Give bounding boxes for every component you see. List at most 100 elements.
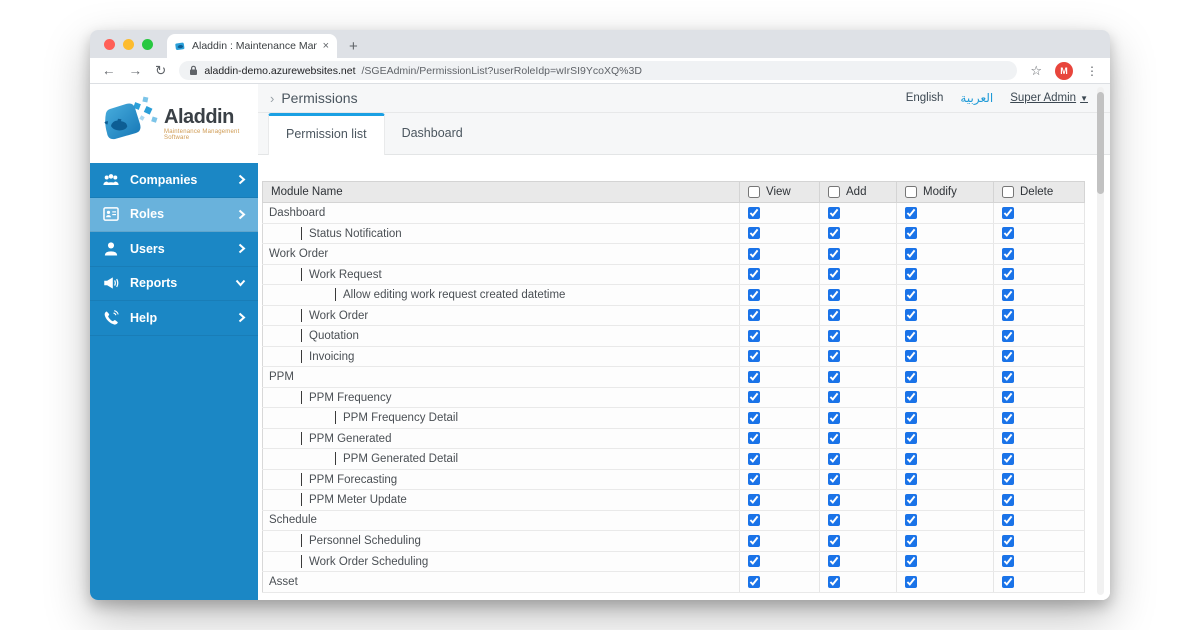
- view-permission-checkbox[interactable]: [748, 534, 760, 547]
- tab-permission-list[interactable]: Permission list: [268, 113, 385, 155]
- modify-permission-checkbox[interactable]: [905, 575, 917, 588]
- view-permission-checkbox[interactable]: [748, 227, 760, 240]
- modify-permission-checkbox[interactable]: [905, 288, 917, 301]
- view-permission-checkbox[interactable]: [748, 514, 760, 527]
- delete-permission-checkbox[interactable]: [1002, 227, 1014, 240]
- view-permission-checkbox[interactable]: [748, 329, 760, 342]
- delete-permission-checkbox[interactable]: [1002, 411, 1014, 424]
- reload-icon[interactable]: ↻: [155, 64, 166, 78]
- close-window-button[interactable]: [104, 38, 115, 50]
- add-permission-checkbox[interactable]: [828, 514, 840, 527]
- minimize-window-button[interactable]: [123, 38, 134, 50]
- add-permission-checkbox[interactable]: [828, 247, 840, 260]
- language-english-link[interactable]: English: [906, 92, 944, 104]
- delete-permission-checkbox[interactable]: [1002, 329, 1014, 342]
- new-tab-button[interactable]: +: [349, 38, 358, 55]
- sidebar-item-help[interactable]: Help: [90, 301, 258, 336]
- add-permission-checkbox[interactable]: [828, 534, 840, 547]
- view-permission-checkbox[interactable]: [748, 493, 760, 506]
- modify-permission-checkbox[interactable]: [905, 206, 917, 219]
- add-permission-checkbox[interactable]: [828, 206, 840, 219]
- view-permission-checkbox[interactable]: [748, 268, 760, 281]
- maximize-window-button[interactable]: [142, 38, 153, 50]
- view-permission-checkbox[interactable]: [748, 309, 760, 322]
- modify-permission-checkbox[interactable]: [905, 309, 917, 322]
- modify-permission-checkbox[interactable]: [905, 493, 917, 506]
- add-permission-checkbox[interactable]: [828, 452, 840, 465]
- modify-permission-checkbox[interactable]: [905, 370, 917, 383]
- delete-permission-checkbox[interactable]: [1002, 452, 1014, 465]
- delete-permission-checkbox[interactable]: [1002, 473, 1014, 486]
- sidebar-item-roles[interactable]: Roles: [90, 197, 258, 232]
- browser-menu-icon[interactable]: ⋮: [1086, 64, 1098, 78]
- view-permission-checkbox[interactable]: [748, 575, 760, 588]
- delete-permission-checkbox[interactable]: [1002, 370, 1014, 383]
- page-scrollbar[interactable]: [1097, 87, 1104, 595]
- tab-dashboard[interactable]: Dashboard: [385, 113, 480, 154]
- profile-avatar[interactable]: M: [1055, 61, 1073, 80]
- view-permission-checkbox[interactable]: [748, 473, 760, 486]
- add-permission-checkbox[interactable]: [828, 391, 840, 404]
- delete-permission-checkbox[interactable]: [1002, 350, 1014, 363]
- modify-permission-checkbox[interactable]: [905, 514, 917, 527]
- delete-permission-checkbox[interactable]: [1002, 575, 1014, 588]
- language-arabic-link[interactable]: العربية: [960, 91, 993, 105]
- delete-permission-checkbox[interactable]: [1002, 555, 1014, 568]
- forward-icon[interactable]: →: [129, 64, 143, 78]
- view-permission-checkbox[interactable]: [748, 288, 760, 301]
- add-select-all-checkbox[interactable]: [828, 186, 840, 198]
- modify-permission-checkbox[interactable]: [905, 268, 917, 281]
- delete-permission-checkbox[interactable]: [1002, 534, 1014, 547]
- modify-permission-checkbox[interactable]: [905, 432, 917, 445]
- browser-tab[interactable]: Aladdin : Maintenance Manage ×: [167, 34, 337, 58]
- add-permission-checkbox[interactable]: [828, 493, 840, 506]
- back-icon[interactable]: ←: [102, 64, 116, 78]
- modify-permission-checkbox[interactable]: [905, 227, 917, 240]
- sidebar-item-reports[interactable]: Reports: [90, 267, 258, 301]
- delete-permission-checkbox[interactable]: [1002, 309, 1014, 322]
- modify-permission-checkbox[interactable]: [905, 350, 917, 363]
- modify-select-all-checkbox[interactable]: [905, 186, 917, 198]
- modify-permission-checkbox[interactable]: [905, 391, 917, 404]
- add-permission-checkbox[interactable]: [828, 473, 840, 486]
- add-permission-checkbox[interactable]: [828, 309, 840, 322]
- modify-permission-checkbox[interactable]: [905, 555, 917, 568]
- user-menu-dropdown[interactable]: Super Admin ▼: [1010, 92, 1088, 104]
- view-permission-checkbox[interactable]: [748, 206, 760, 219]
- add-permission-checkbox[interactable]: [828, 350, 840, 363]
- add-permission-checkbox[interactable]: [828, 432, 840, 445]
- delete-permission-checkbox[interactable]: [1002, 206, 1014, 219]
- modify-permission-checkbox[interactable]: [905, 534, 917, 547]
- add-permission-checkbox[interactable]: [828, 575, 840, 588]
- sidebar-item-companies[interactable]: Companies: [90, 163, 258, 198]
- delete-permission-checkbox[interactable]: [1002, 391, 1014, 404]
- add-permission-checkbox[interactable]: [828, 288, 840, 301]
- view-permission-checkbox[interactable]: [748, 411, 760, 424]
- bookmark-star-icon[interactable]: ☆: [1030, 63, 1042, 79]
- view-permission-checkbox[interactable]: [748, 452, 760, 465]
- modify-permission-checkbox[interactable]: [905, 452, 917, 465]
- delete-permission-checkbox[interactable]: [1002, 432, 1014, 445]
- delete-permission-checkbox[interactable]: [1002, 514, 1014, 527]
- add-permission-checkbox[interactable]: [828, 227, 840, 240]
- add-permission-checkbox[interactable]: [828, 555, 840, 568]
- modify-permission-checkbox[interactable]: [905, 329, 917, 342]
- app-logo[interactable]: Aladdin Maintenance Management Software: [90, 84, 258, 163]
- view-permission-checkbox[interactable]: [748, 350, 760, 363]
- sidebar-item-users[interactable]: Users: [90, 232, 258, 267]
- delete-permission-checkbox[interactable]: [1002, 247, 1014, 260]
- url-bar[interactable]: aladdin-demo.azurewebsites.net/SGEAdmin/…: [179, 61, 1018, 80]
- delete-select-all-checkbox[interactable]: [1002, 186, 1014, 198]
- view-permission-checkbox[interactable]: [748, 432, 760, 445]
- delete-permission-checkbox[interactable]: [1002, 268, 1014, 281]
- delete-permission-checkbox[interactable]: [1002, 493, 1014, 506]
- view-permission-checkbox[interactable]: [748, 247, 760, 260]
- tab-close-icon[interactable]: ×: [323, 40, 329, 52]
- view-permission-checkbox[interactable]: [748, 391, 760, 404]
- view-permission-checkbox[interactable]: [748, 555, 760, 568]
- view-select-all-checkbox[interactable]: [748, 186, 760, 198]
- add-permission-checkbox[interactable]: [828, 329, 840, 342]
- modify-permission-checkbox[interactable]: [905, 247, 917, 260]
- add-permission-checkbox[interactable]: [828, 370, 840, 383]
- add-permission-checkbox[interactable]: [828, 411, 840, 424]
